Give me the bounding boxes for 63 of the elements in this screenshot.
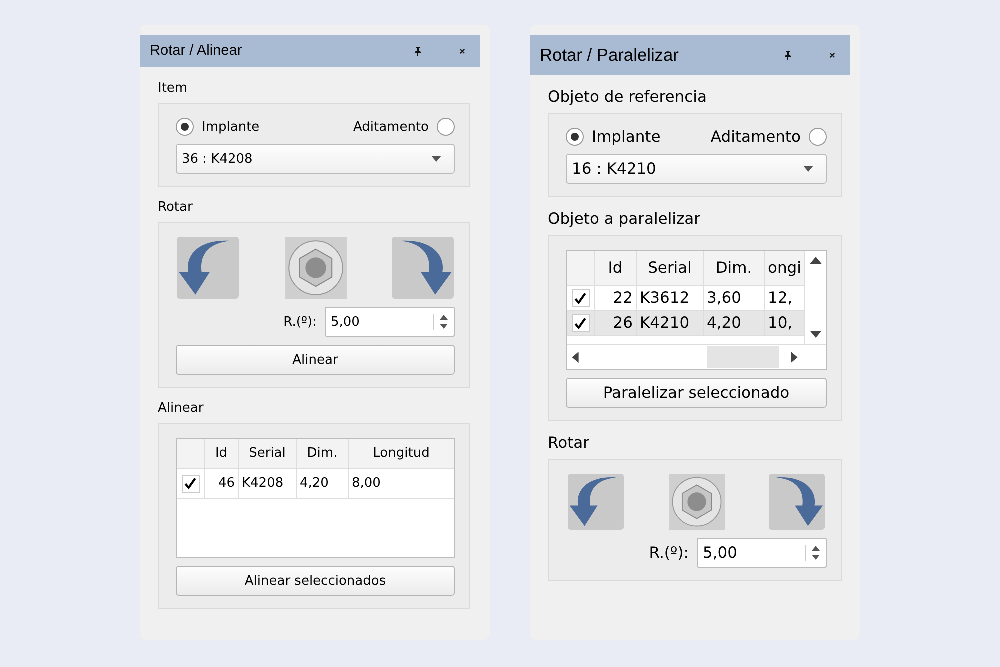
column-header[interactable]: Dim. [297,439,349,468]
table-cell: 26 [595,311,637,335]
table-cell: 46 [205,469,239,498]
column-header[interactable]: ongi [765,251,804,285]
column-header[interactable]: Dim. [704,251,765,285]
dropdown[interactable]: 36 : K4208 [176,144,455,174]
panel-title: Rotar / Paralelizar [540,44,680,66]
pin-icon[interactable] [783,50,793,60]
radio-button[interactable] [437,118,455,136]
section-label: Rotar [158,200,194,215]
radio-label[interactable]: Aditamento [353,120,429,134]
section-label: Alinear [158,401,205,416]
column-header[interactable]: Id [205,439,239,468]
scroll-down-icon[interactable] [810,331,822,338]
pin-icon[interactable] [413,46,423,56]
section-label: Objeto de referencia [548,88,708,106]
row-checkbox[interactable] [572,314,590,332]
horizontal-scrollbar[interactable] [567,344,826,369]
column-header[interactable]: Serial [239,439,297,468]
table-action-button[interactable]: Alinear seleccionados [176,566,455,596]
table-cell-text: 10, [767,313,794,334]
table-cell: K4210 [637,311,704,335]
dropdown[interactable]: 16 : K4210 [566,154,827,184]
scroll-left-icon[interactable] [572,352,579,362]
radio-button[interactable] [809,128,827,146]
table-cell: 4,20 [704,311,765,335]
column-header[interactable]: Serial [637,251,704,285]
radio-button[interactable] [176,118,194,136]
caret-icon [803,166,814,172]
table-cell: K4208 [239,469,297,498]
section-label: Item [158,81,189,96]
panel-title: Rotar / Alinear [150,43,244,59]
row-checkbox[interactable] [182,474,200,492]
table-cell: K3612 [637,286,704,310]
close-icon[interactable] [459,48,466,54]
section-label: Rotar [548,434,591,452]
radio-label[interactable]: Implante [592,128,661,146]
table-cell: 22 [595,286,637,310]
rotation-label: R.(º): [649,544,689,562]
section-label: Objeto a paralelizar [548,210,702,228]
scroll-right-icon[interactable] [791,352,798,362]
table-cell: 4,20 [297,469,349,498]
table-row[interactable]: 46 K4208 4,20 8,00 [177,469,454,499]
radio-label[interactable]: Aditamento [710,128,801,146]
table-cell-text: 12, [767,288,794,309]
column-header[interactable]: Longitud [349,439,454,468]
nut-icon[interactable] [666,474,726,530]
table-cell: 3,60 [704,286,765,310]
row-checkbox[interactable] [572,289,590,307]
table-cell-text: 8,00 [351,475,382,493]
table-action-button[interactable]: Paralelizar seleccionado [566,378,827,408]
column-header[interactable]: Id [595,251,637,285]
radio-button[interactable] [566,128,584,146]
rotation-label: R.(º): [284,314,317,330]
scroll-up-icon[interactable] [810,257,822,264]
rotation-spin-box[interactable]: 5,00 [697,538,827,568]
radio-label[interactable]: Implante [202,120,260,134]
align-button[interactable]: Alinear [176,345,455,375]
nut-icon[interactable] [284,237,348,299]
rotation-spin-box[interactable]: 5,00 [325,307,455,337]
close-icon[interactable] [829,52,836,58]
caret-icon [431,156,442,162]
table-row[interactable]: 26 K4210 4,20 10, [567,311,804,336]
